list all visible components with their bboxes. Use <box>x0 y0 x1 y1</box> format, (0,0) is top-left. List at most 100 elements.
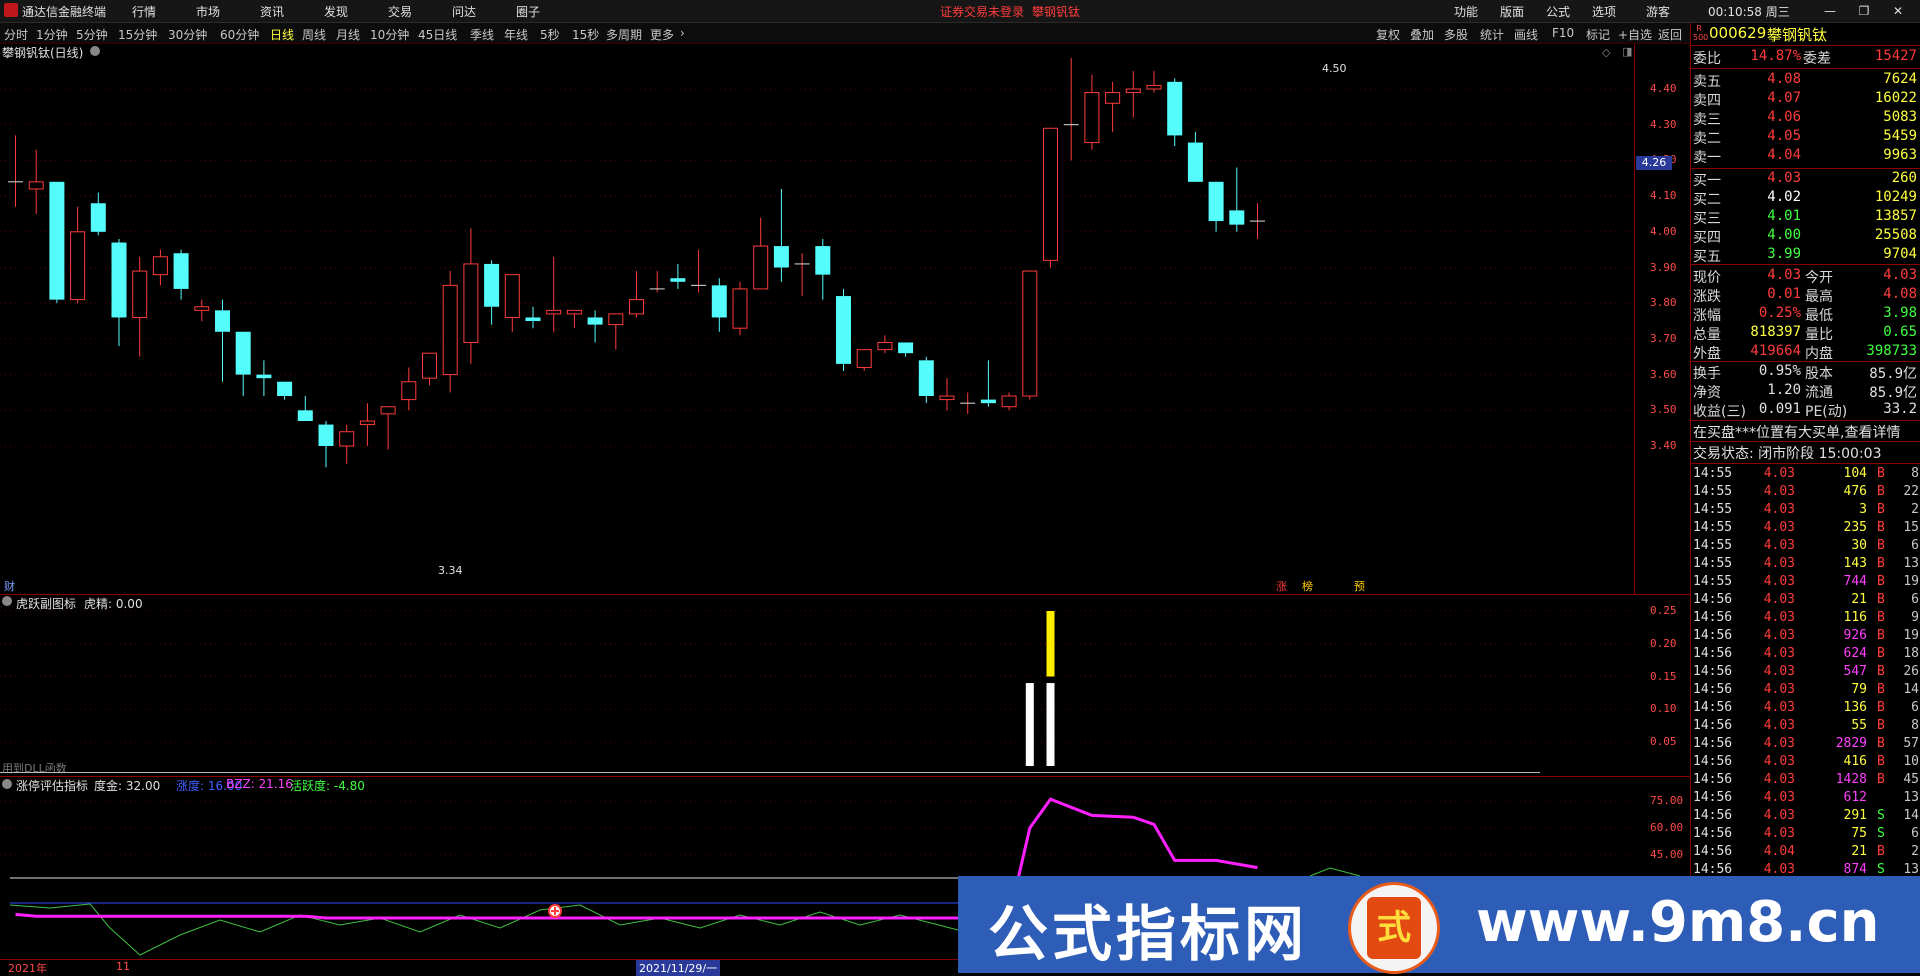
menu-jiaoyi[interactable]: 交易 <box>388 3 412 20</box>
period-15sec[interactable]: 15秒 <box>572 26 599 43</box>
main-y-tick-label: 4.40 <box>1650 82 1677 95</box>
stat2-value: 85.9亿 <box>1869 366 1917 382</box>
minimize-icon[interactable]: — <box>1818 2 1842 20</box>
menu-banmian[interactable]: 版面 <box>1500 3 1524 20</box>
main-y-tick-label: 3.60 <box>1650 367 1677 381</box>
menu-faxian[interactable]: 发现 <box>324 3 348 20</box>
sep <box>1691 361 1920 362</box>
indicator1-chart[interactable] <box>0 596 1634 770</box>
sell-row[interactable]: 卖三 4.06 5083 <box>1691 109 1920 128</box>
buy-row[interactable]: 买四 4.00 25508 <box>1691 227 1920 246</box>
finance-marker[interactable]: 财 <box>4 578 15 594</box>
period-daily[interactable]: 日线 <box>270 26 294 43</box>
tick-time: 14:56 <box>1693 862 1733 877</box>
period-fenshi[interactable]: 分时 <box>4 26 28 43</box>
indicator2-y-tick-label: 60.00 <box>1650 821 1684 834</box>
tick-price: 4.03 <box>1763 520 1795 535</box>
btn-back[interactable]: 返回 <box>1658 26 1682 43</box>
period-15min[interactable]: 15分钟 <box>118 26 157 43</box>
period-more[interactable]: 更多 <box>650 26 674 43</box>
period-10min[interactable]: 10分钟 <box>370 26 409 43</box>
sell-label: 卖三 <box>1693 112 1721 128</box>
period-45day[interactable]: 45日线 <box>418 26 457 43</box>
big-order-notice[interactable]: 在买盘***位置有大买单,查看详情 <box>1693 422 1900 442</box>
candlestick-chart[interactable] <box>0 58 1690 594</box>
signal-tag-bang[interactable]: 榜 <box>1302 578 1313 594</box>
period-1min[interactable]: 1分钟 <box>36 26 68 43</box>
menu-wenda[interactable]: 问达 <box>452 3 476 20</box>
signal-tag-yu[interactable]: 预 <box>1354 578 1365 594</box>
candle <box>732 281 748 336</box>
indicator1-y-tick-label: 0.05 <box>1650 735 1677 748</box>
btn-f10[interactable]: F10 <box>1552 26 1574 40</box>
period-5sec[interactable]: 5秒 <box>540 26 560 43</box>
settings-dot-icon[interactable] <box>90 46 100 56</box>
tick-row: 14:55 4.03 235 B 15 <box>1691 520 1920 538</box>
close-icon[interactable]: ✕ <box>1886 2 1910 20</box>
stat-row: 现价 4.03 今开 4.03 <box>1691 267 1920 286</box>
menu-gongneng[interactable]: 功能 <box>1454 3 1478 20</box>
user-label[interactable]: 游客 <box>1646 3 1670 20</box>
menu-hangqing[interactable]: 行情 <box>132 3 156 20</box>
candle-body-up <box>1146 84 1162 90</box>
wecha-value: 15427 <box>1874 48 1917 64</box>
menu-xuanxiang[interactable]: 选项 <box>1592 3 1616 20</box>
period-year[interactable]: 年线 <box>504 26 528 43</box>
app-name: 通达信金融终端 <box>22 5 107 19</box>
login-warning[interactable]: 证券交易未登录 <box>940 3 1024 20</box>
stat2-label: 股本 <box>1805 366 1833 382</box>
signal-tag-zhang[interactable]: 涨 <box>1276 578 1287 594</box>
btn-fuquan[interactable]: 复权 <box>1376 26 1400 43</box>
stat2-label: 收益(三) <box>1693 404 1746 420</box>
panel-toggle-icon[interactable]: ◨ <box>1622 45 1632 58</box>
tick-count: 13 <box>1903 862 1919 877</box>
btn-add-watch[interactable]: +自选 <box>1618 26 1652 43</box>
candle-body-up <box>28 181 44 190</box>
period-weekly[interactable]: 周线 <box>302 26 326 43</box>
btn-tongji[interactable]: 统计 <box>1480 26 1504 43</box>
btn-diejia[interactable]: 叠加 <box>1410 26 1434 43</box>
menu-quanzi[interactable]: 圈子 <box>516 3 540 20</box>
sell-row[interactable]: 卖二 4.05 5459 <box>1691 128 1920 147</box>
stat2-row: 收益(三) 0.091 PE(动) 33.2 <box>1691 401 1920 420</box>
buy-label: 买一 <box>1693 173 1721 189</box>
tick-price: 4.03 <box>1763 484 1795 499</box>
period-5min[interactable]: 5分钟 <box>76 26 108 43</box>
menu-shichang[interactable]: 市场 <box>196 3 220 20</box>
candle-body-down <box>918 360 934 397</box>
buy-volume: 10249 <box>1874 189 1917 205</box>
tick-count: 6 <box>1911 592 1919 607</box>
sell-volume: 5459 <box>1883 128 1917 144</box>
candle <box>856 349 872 372</box>
menu-gongshi[interactable]: 公式 <box>1546 3 1570 20</box>
period-toolbar: 分时 1分钟 5分钟 15分钟 30分钟 60分钟 日线 周线 月线 10分钟 … <box>0 23 1690 44</box>
period-30min[interactable]: 30分钟 <box>168 26 207 43</box>
period-quarter[interactable]: 季线 <box>470 26 494 43</box>
period-monthly[interactable]: 月线 <box>336 26 360 43</box>
period-multi[interactable]: 多周期 <box>606 26 642 43</box>
tick-time: 14:55 <box>1693 484 1733 499</box>
candle <box>1250 203 1265 239</box>
btn-huaxian[interactable]: 画线 <box>1514 26 1538 43</box>
chevron-right-icon[interactable]: › <box>680 26 685 40</box>
btn-duogu[interactable]: 多股 <box>1444 26 1468 43</box>
sell-row[interactable]: 卖四 4.07 16022 <box>1691 90 1920 109</box>
sell-row[interactable]: 卖五 4.08 7624 <box>1691 71 1920 90</box>
date-label-year: 2021年 <box>8 962 47 975</box>
buy-row[interactable]: 买二 4.02 10249 <box>1691 189 1920 208</box>
period-60min[interactable]: 60分钟 <box>220 26 259 43</box>
tick-time: 14:56 <box>1693 682 1733 697</box>
tick-side: B <box>1877 664 1885 679</box>
buy-row[interactable]: 买五 3.99 9704 <box>1691 246 1920 265</box>
btn-biaoji[interactable]: 标记 <box>1586 26 1610 43</box>
buy-row[interactable]: 买三 4.01 13857 <box>1691 208 1920 227</box>
restore-icon[interactable]: ❐ <box>1852 2 1876 20</box>
menu-zixun[interactable]: 资讯 <box>260 3 284 20</box>
main-y-tick-label: 4.30 <box>1650 117 1677 131</box>
tick-price: 4.03 <box>1763 718 1795 733</box>
candle <box>194 299 210 322</box>
sell-row[interactable]: 卖一 4.04 9963 <box>1691 147 1920 166</box>
candle <box>359 403 375 446</box>
buy-row[interactable]: 买一 4.03 260 <box>1691 170 1920 189</box>
candle <box>1063 58 1079 161</box>
